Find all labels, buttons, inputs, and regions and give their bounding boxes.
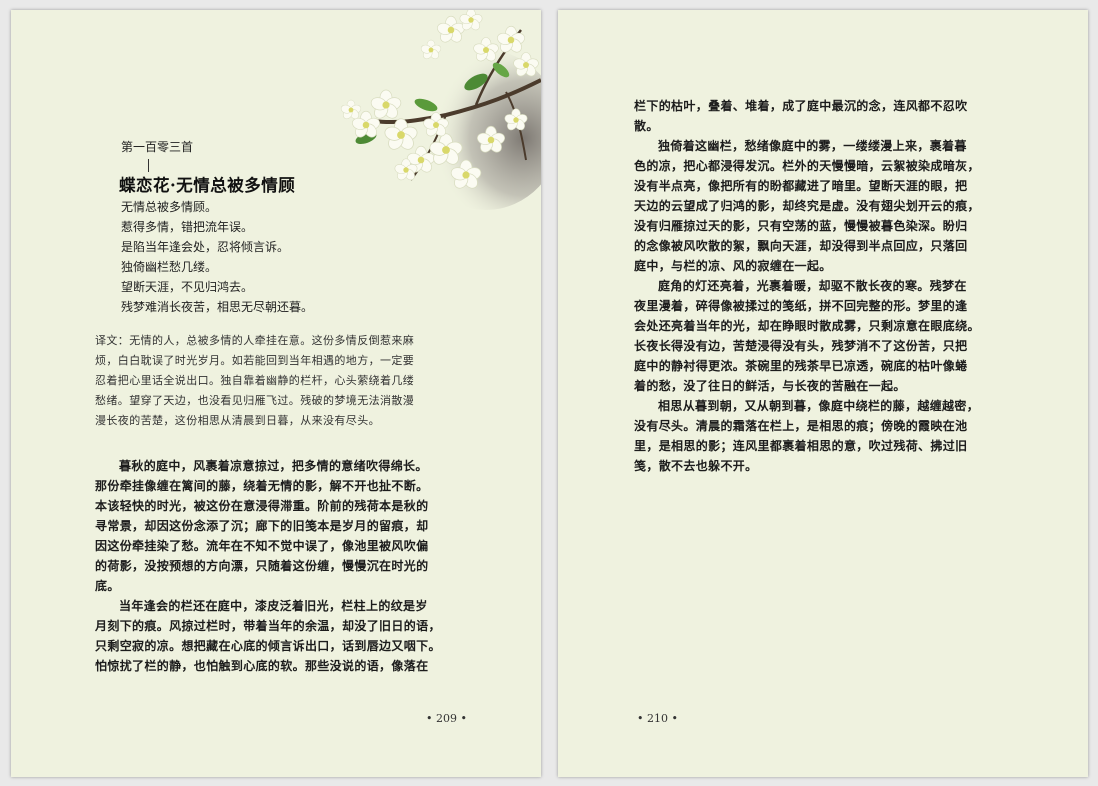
prose-line: 没有归雁掠过天的影，只有空荡的蓝，慢慢被暮色染深。盼归 [634, 219, 968, 233]
poem-line: 是陷当年逢会处，忍将倾言诉。 [121, 240, 290, 254]
prose-line: 相思从暮到朝，又从朝到暮，像庭中绕栏的藤，越缠越密， [658, 399, 980, 413]
prose-line: 没有半点亮，像把所有的盼都藏进了暗里。望断天涯的眼，把 [634, 179, 968, 193]
poem-number: 第一百零三首 [121, 140, 194, 154]
title-divider [148, 159, 149, 172]
prose-line: 月刻下的痕。风掠过栏时，带着当年的余温，却没了旧日的语， [95, 619, 441, 633]
prose-line: 庭中的静衬得更浓。茶碗里的残茶早已凉透，碗底的枯叶像蜷 [634, 359, 968, 373]
poem-body: 无情总被多情顾。 惹得多情，错把流年误。 是陷当年逢会处，忍将倾言诉。 独倚幽栏… [121, 197, 313, 317]
prose-body: 暮秋的庭中，风裹着凉意掠过，把多情的意绪吹得绵长。那份牵挂像缠在篱间的藤，绕着无… [95, 456, 475, 676]
prose-line: 那份牵挂像缠在篱间的藤，绕着无情的影，解不开也扯不断。 [95, 479, 429, 493]
prose-line: 里，是相思的影；连风里都裹着相思的意，吹过残荷、拂过旧 [634, 439, 968, 453]
prose-line: 色的凉，把心都浸得发沉。栏外的天慢慢暗，云絮被染成暗灰， [634, 159, 980, 173]
prose-line: 没有尽头。清晨的霜落在栏上，是相思的痕；傍晚的霞映在池 [634, 419, 968, 433]
prose-line: 寻常景，却因这份念添了沉；廊下的旧笺本是岁月的留痕，却 [95, 519, 429, 533]
translation-line: 漫长夜的苦楚，这份相思从清晨到日暮，从来没有尽头。 [95, 414, 380, 427]
poem-line: 望断天涯，不见归鸿去。 [121, 280, 254, 294]
poem-title: 蝶恋花·无情总被多情顾 [119, 176, 296, 195]
prose-line: 本该轻快的时光，被这份在意浸得滞重。阶前的残荷本是秋的 [95, 499, 429, 513]
poem-line: 惹得多情，错把流年误。 [121, 220, 254, 234]
prose-line: 会处还亮着当年的光，却在睁眼时散成雾，只剩凉意在眼底绕。 [634, 319, 980, 333]
poem-line: 残梦难消长夜苦，相思无尽朝还暮。 [121, 300, 314, 314]
translation-line: 译文：无情的人，总被多情的人牵挂在意。这份多情反倒惹来麻 [95, 334, 415, 347]
translation-paragraph: 译文：无情的人，总被多情的人牵挂在意。这份多情反倒惹来麻 烦，白白耽误了时光岁月… [95, 331, 467, 431]
translation-line: 烦，白白耽误了时光岁月。如若能回到当年相遇的地方，一定要 [95, 354, 415, 367]
prose-line: 因这份牵挂染了愁。流年在不知不觉中误了，像池里被风吹偏 [95, 539, 429, 553]
page-number: • 209 • [426, 712, 467, 725]
page-number: • 210 • [637, 712, 678, 725]
prose-line: 栏下的枯叶，叠着、堆着，成了庭中最沉的念，连风都不忍吹 [634, 99, 968, 113]
prose-line: 笺，散不去也躲不开。 [634, 459, 758, 473]
prose-line: 怕惊扰了栏的静，也怕触到心底的软。那些没说的语，像落在 [95, 659, 429, 673]
prose-line: 独倚着这幽栏，愁绪像庭中的雾，一缕缕漫上来，裹着暮 [658, 139, 967, 153]
prose-line: 只剩空寂的凉。想把藏在心底的倾言诉出口，话到唇边又咽下。 [95, 639, 441, 653]
prose-line: 庭角的灯还亮着，光裹着暖，却驱不散长夜的寒。残梦在 [658, 279, 967, 293]
prose-line: 的荷影，没按预想的方向漂，只随着这份缠，慢慢沉在时光的 [95, 559, 429, 573]
translation-line: 愁绪。望穿了天边，也没看见归雁飞过。残破的梦境无法消散漫 [95, 394, 415, 407]
prose-line: 长夜长得没有边，苦楚浸得没有头，残梦消不了这份苦，只把 [634, 339, 968, 353]
translation-line: 忍着把心里话全说出口。独自靠着幽静的栏杆，心头萦绕着几缕 [95, 374, 415, 387]
right-page: 栏下的枯叶，叠着、堆着，成了庭中最沉的念，连风都不忍吹 散。独倚着这幽栏，愁绪像庭… [558, 10, 1088, 777]
prose-line: 着的愁，没了往日的鲜活，与长夜的苦融在一起。 [634, 379, 906, 393]
prose-line: 散。 [634, 119, 659, 133]
prose-line: 天边的云望成了归鸿的影，却终究是虚。没有翅尖划开云的痕， [634, 199, 980, 213]
poem-line: 无情总被多情顾。 [121, 200, 218, 214]
prose-body: 栏下的枯叶，叠着、堆着，成了庭中最沉的念，连风都不忍吹 散。独倚着这幽栏，愁绪像庭… [634, 96, 1014, 476]
prose-line: 底。 [95, 579, 120, 593]
prose-line: 暮秋的庭中，风裹着凉意掠过，把多情的意绪吹得绵长。 [119, 459, 428, 473]
prose-line: 的念像被风吹散的絮，飘向天涯，却没得到半点回应，只落回 [634, 239, 968, 253]
poem-line: 独倚幽栏愁几缕。 [121, 260, 218, 274]
prose-line: 夜里漫着，碎得像被揉过的笺纸，拼不回完整的形。梦里的逢 [634, 299, 968, 313]
left-page: 第一百零三首 蝶恋花·无情总被多情顾 无情总被多情顾。 惹得多情，错把流年误。 … [11, 10, 541, 777]
prose-line: 庭中，与栏的凉、风的寂缠在一起。 [634, 259, 832, 273]
prose-line: 当年逢会的栏还在庭中，漆皮泛着旧光，栏柱上的纹是岁 [119, 599, 428, 613]
flower-branch-illustration [339, 10, 541, 210]
